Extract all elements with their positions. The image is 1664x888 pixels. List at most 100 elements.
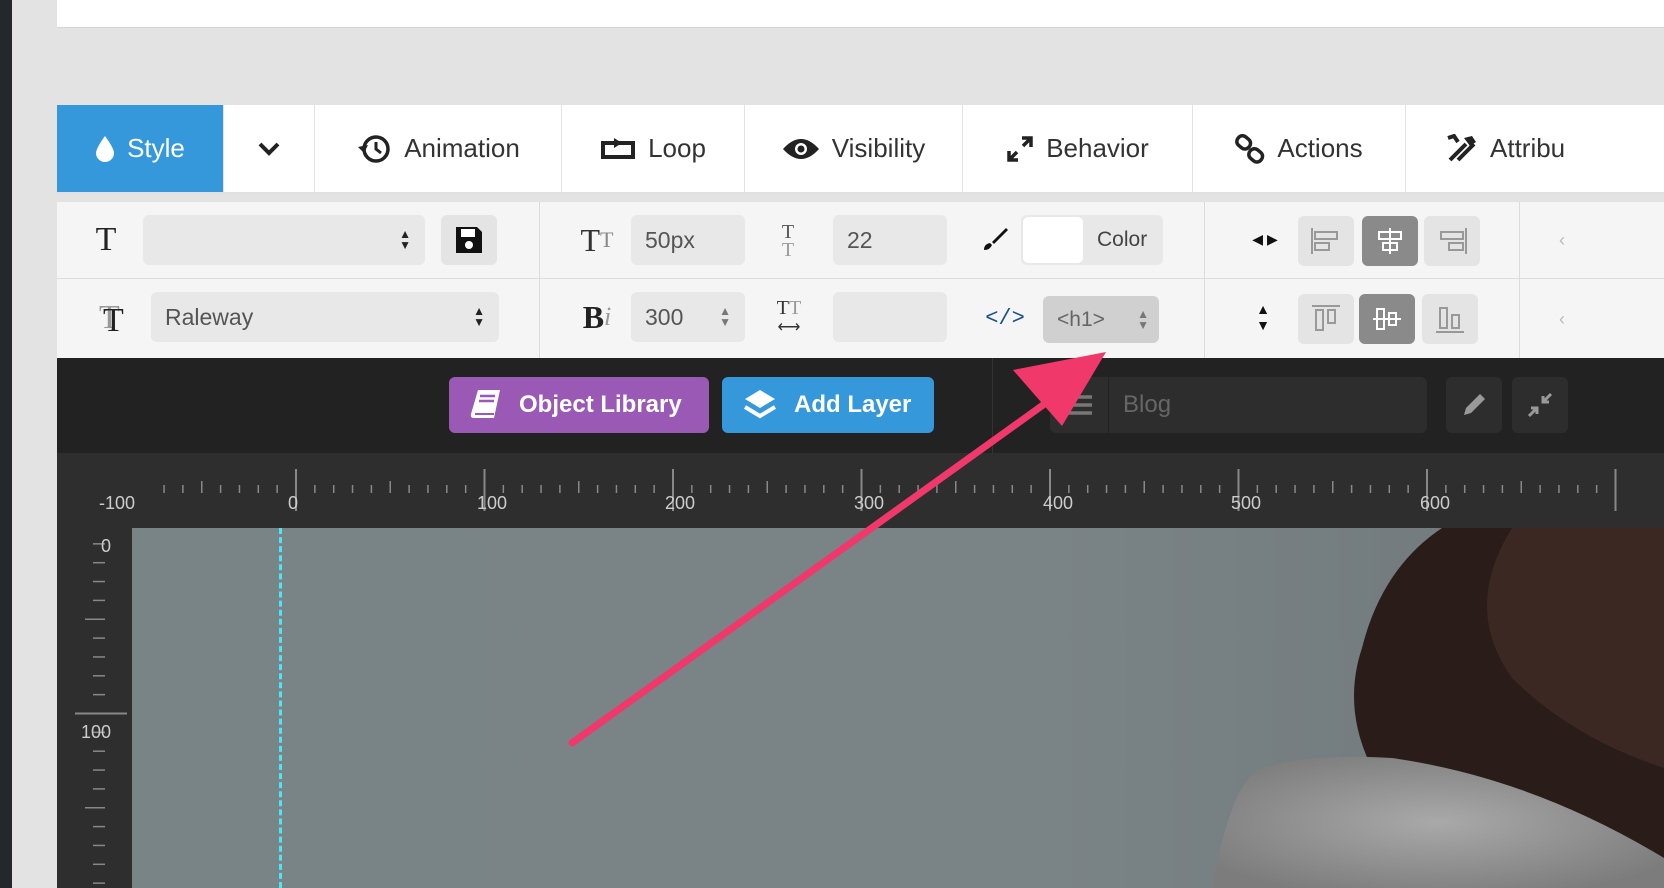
- line-height-icon: TT: [781, 221, 795, 261]
- horizontal-ruler: -100 0 100 200 300 400 500 600: [57, 453, 1664, 528]
- tab-style[interactable]: Style: [57, 105, 224, 192]
- align-top-icon: [1312, 305, 1340, 331]
- slide-name-value: Blog: [1123, 391, 1172, 418]
- color-picker[interactable]: Color: [1021, 215, 1163, 265]
- line-height-input[interactable]: 22: [833, 215, 947, 265]
- ruler-label: 100: [81, 722, 112, 742]
- eye-icon: [782, 138, 819, 159]
- font-family-select[interactable]: Raleway ▲ ▼: [151, 292, 499, 342]
- align-center-icon: [1378, 228, 1402, 254]
- ruler-label: -100: [99, 493, 136, 513]
- font-family-value: Raleway: [165, 303, 254, 330]
- floppy-disk-icon: [456, 227, 482, 253]
- align-top-button[interactable]: [1298, 294, 1354, 344]
- letter-spacing-icon: TT ⟷: [776, 297, 802, 336]
- font-size-icon: TT: [580, 221, 614, 258]
- chevron-left-icon[interactable]: ‹: [1552, 228, 1572, 252]
- expand-icon: [1007, 135, 1033, 162]
- html-tag-select[interactable]: <h1> ▲ ▼: [1043, 296, 1159, 343]
- tab-visibility-label: Visibility: [831, 133, 926, 163]
- slide-canvas[interactable]: [132, 528, 1664, 888]
- tab-loop-label: Loop: [648, 133, 706, 163]
- align-left-button[interactable]: [1298, 216, 1354, 266]
- edit-slide-button[interactable]: [1446, 377, 1502, 433]
- text-preset-icon: T: [95, 221, 117, 258]
- tab-visibility[interactable]: Visibility: [745, 105, 963, 192]
- ruler-label: 300: [854, 493, 885, 513]
- align-center-button[interactable]: [1362, 216, 1418, 266]
- editor-action-bar: Object Library Add Layer Blog: [57, 358, 1664, 453]
- html-tag-icon: </>: [985, 305, 1025, 331]
- ruler-label: 600: [1420, 493, 1451, 513]
- hamburger-icon: [1066, 395, 1092, 415]
- align-bottom-icon: [1436, 307, 1464, 333]
- ruler-label: 400: [1043, 493, 1074, 513]
- ruler-label: 0: [101, 536, 112, 556]
- align-right-icon: [1440, 228, 1467, 254]
- align-middle-icon: [1373, 308, 1401, 330]
- object-library-label: Object Library: [519, 391, 682, 418]
- select-arrows-icon: ▲ ▼: [1137, 306, 1149, 332]
- tab-animation-label: Animation: [404, 133, 520, 163]
- html-tag-value: <h1>: [1057, 307, 1105, 331]
- link-icon: [1235, 133, 1265, 164]
- guide-line[interactable]: [279, 528, 282, 888]
- horizontal-align-icon: ◀ ▶: [1252, 230, 1278, 247]
- font-family-icon: TT: [99, 299, 124, 339]
- style-toolbar-row-2: TT Raleway ▲ ▼ Bi 300 ▲ ▼ TT ⟷ </> <h1> ▲ ▼ …: [57, 279, 1664, 359]
- font-weight-icon: Bi: [582, 298, 612, 335]
- align-left-icon: [1311, 228, 1338, 254]
- style-toolbar-row-1: T ▲ ▼ TT 50px TT 22 Color ◀ ▶ ‹: [57, 202, 1664, 279]
- collapse-button[interactable]: [1512, 377, 1568, 433]
- loop-icon: [601, 137, 636, 159]
- slide-name-field[interactable]: Blog: [1109, 377, 1427, 433]
- settings-tab-bar: Style Animation Loop Visibility Behavior…: [57, 105, 1664, 194]
- pencil-icon: [1464, 394, 1485, 415]
- slide-list-button[interactable]: [1050, 377, 1108, 433]
- select-arrows-icon: ▲ ▼: [473, 304, 485, 329]
- slide-background-image: [1212, 528, 1664, 888]
- tab-loop[interactable]: Loop: [562, 105, 745, 192]
- add-layer-button[interactable]: Add Layer: [722, 377, 934, 433]
- book-icon: [470, 390, 500, 418]
- chevron-left-icon[interactable]: ‹: [1552, 307, 1572, 331]
- tab-behavior-label: Behavior: [1046, 133, 1149, 163]
- align-bottom-button[interactable]: [1422, 294, 1478, 344]
- font-weight-select[interactable]: 300 ▲ ▼: [631, 292, 745, 342]
- tab-attributes-label: Attribu: [1490, 133, 1566, 163]
- left-sidebar-strip: [0, 0, 12, 888]
- layers-icon: [743, 390, 777, 419]
- font-weight-value: 300: [645, 303, 684, 330]
- tab-actions-label: Actions: [1277, 133, 1363, 163]
- style-preset-select[interactable]: ▲ ▼: [143, 215, 425, 265]
- top-panel: [57, 0, 1664, 28]
- brush-icon: [981, 224, 1009, 254]
- tab-attributes[interactable]: Attribu: [1406, 105, 1664, 192]
- tab-style-label: Style: [127, 133, 185, 163]
- add-layer-label: Add Layer: [794, 391, 912, 418]
- save-preset-button[interactable]: [441, 215, 497, 265]
- ruler-label: 0: [288, 493, 299, 513]
- ruler-label: 500: [1231, 493, 1262, 513]
- compress-icon: [1527, 392, 1553, 418]
- droplet-icon: [96, 135, 115, 162]
- tab-actions[interactable]: Actions: [1193, 105, 1406, 192]
- font-size-input[interactable]: 50px: [631, 215, 745, 265]
- tools-icon: [1447, 133, 1476, 161]
- line-height-value: 22: [847, 226, 873, 253]
- tab-behavior[interactable]: Behavior: [963, 105, 1193, 192]
- chevron-down-icon: [258, 142, 280, 156]
- font-size-value: 50px: [645, 226, 695, 253]
- vertical-ruler: 0 100: [57, 528, 132, 888]
- tab-more-dropdown[interactable]: [224, 105, 315, 192]
- align-right-button[interactable]: [1424, 216, 1480, 266]
- ruler-label: 100: [477, 493, 508, 513]
- vertical-align-icon: ▲ ▼: [1256, 301, 1270, 333]
- letter-spacing-input[interactable]: [833, 292, 947, 342]
- select-arrows-icon: ▲ ▼: [719, 304, 731, 329]
- select-arrows-icon: ▲ ▼: [399, 227, 411, 252]
- tab-animation[interactable]: Animation: [315, 105, 562, 192]
- align-middle-button[interactable]: [1359, 294, 1415, 344]
- object-library-button[interactable]: Object Library: [449, 377, 709, 433]
- ruler-label: 200: [665, 493, 696, 513]
